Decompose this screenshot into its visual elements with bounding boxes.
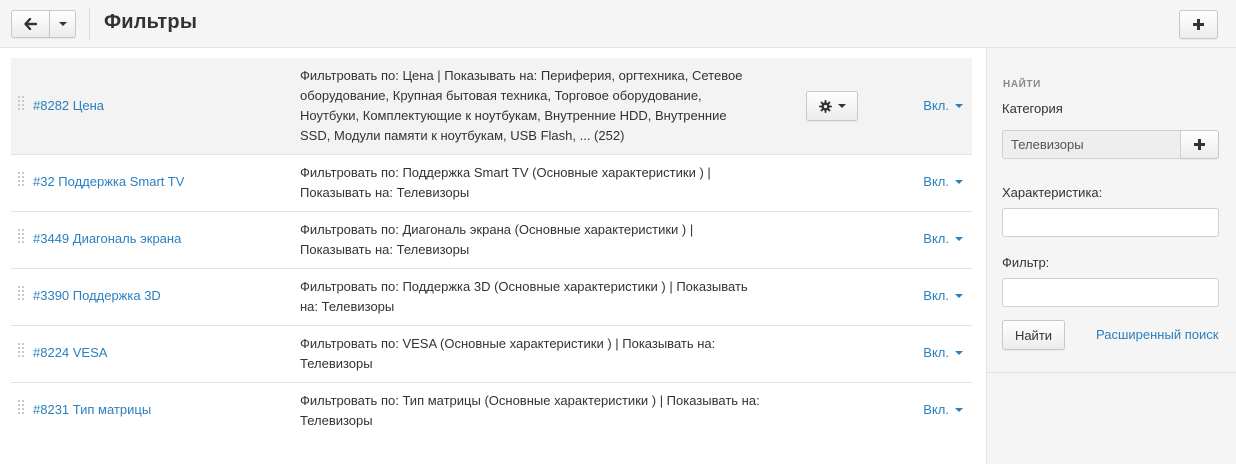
drag-handle-icon[interactable]	[18, 229, 24, 243]
filter-name-link[interactable]: #8282 Цена	[33, 98, 104, 113]
caret-down-icon	[955, 350, 963, 355]
table-row: #3390 Поддержка 3D Фильтровать по: Подде…	[11, 269, 972, 326]
row-settings-button[interactable]	[806, 91, 858, 121]
table-row: #8282 Цена Фильтровать по: Цена | Показы…	[11, 58, 972, 155]
category-field[interactable]: Телевизоры	[1002, 130, 1181, 159]
category-label: Категория	[1002, 101, 1063, 116]
gear-icon	[818, 99, 832, 113]
status-label: Вкл.	[923, 288, 949, 303]
filter-name-link[interactable]: #8231 Тип матрицы	[33, 402, 151, 417]
status-label: Вкл.	[923, 174, 949, 189]
back-button-group	[11, 10, 76, 38]
filter-description: Фильтровать по: Тип матрицы (Основные ха…	[300, 393, 760, 428]
back-button[interactable]	[11, 10, 50, 38]
filter-description: Фильтровать по: Поддержка Smart TV (Осно…	[300, 165, 711, 200]
filter-label: Фильтр:	[1002, 255, 1050, 270]
filter-input[interactable]	[1002, 278, 1219, 307]
status-label: Вкл.	[923, 98, 949, 113]
status-label: Вкл.	[923, 345, 949, 360]
caret-down-icon	[955, 103, 963, 108]
page-title: Фильтры	[104, 11, 198, 33]
caret-down-icon	[955, 236, 963, 241]
filter-name-link[interactable]: #3390 Поддержка 3D	[33, 288, 161, 303]
search-button[interactable]: Найти	[1002, 320, 1065, 350]
top-toolbar: Фильтры	[0, 0, 1236, 48]
status-dropdown[interactable]: Вкл.	[923, 402, 963, 417]
filter-description: Фильтровать по: VESA (Основные характери…	[300, 336, 716, 371]
status-dropdown[interactable]: Вкл.	[923, 345, 963, 360]
plus-icon	[1194, 139, 1205, 150]
table-row: #32 Поддержка Smart TV Фильтровать по: П…	[11, 155, 972, 212]
caret-down-icon	[955, 407, 963, 412]
search-form: НАЙТИ Категория Телевизоры Характеристик…	[987, 48, 1236, 373]
drag-handle-icon[interactable]	[18, 286, 24, 300]
feature-label: Характеристика:	[1002, 185, 1103, 200]
caret-down-icon	[58, 22, 67, 26]
status-label: Вкл.	[923, 231, 949, 246]
status-label: Вкл.	[923, 402, 949, 417]
status-dropdown[interactable]: Вкл.	[923, 174, 963, 189]
filter-name-link[interactable]: #8224 VESA	[33, 345, 107, 360]
title-divider	[89, 8, 90, 40]
filter-name-link[interactable]: #32 Поддержка Smart TV	[33, 174, 184, 189]
table-row: #3449 Диагональ экрана Фильтровать по: Д…	[11, 212, 972, 269]
advanced-search-link[interactable]: Расширенный поиск	[1096, 327, 1218, 342]
search-sidebar: НАЙТИ Категория Телевизоры Характеристик…	[986, 48, 1236, 464]
table-row: #8231 Тип матрицы Фильтровать по: Тип ма…	[11, 383, 972, 440]
caret-down-icon	[955, 179, 963, 184]
drag-handle-icon[interactable]	[18, 172, 24, 186]
table-row: #8224 VESA Фильтровать по: VESA (Основны…	[11, 326, 972, 383]
filter-description: Фильтровать по: Цена | Показывать на: Пе…	[300, 68, 743, 143]
category-picker: Телевизоры	[1002, 130, 1219, 159]
status-dropdown[interactable]: Вкл.	[923, 288, 963, 303]
arrow-left-icon	[24, 18, 37, 30]
filter-name-link[interactable]: #3449 Диагональ экрана	[33, 231, 181, 246]
add-filter-button[interactable]	[1179, 10, 1218, 39]
caret-down-icon	[955, 293, 963, 298]
drag-handle-icon[interactable]	[18, 96, 24, 110]
filter-description: Фильтровать по: Диагональ экрана (Основн…	[300, 222, 694, 257]
drag-handle-icon[interactable]	[18, 400, 24, 414]
filter-description: Фильтровать по: Поддержка 3D (Основные х…	[300, 279, 748, 314]
status-dropdown[interactable]: Вкл.	[923, 98, 963, 113]
drag-handle-icon[interactable]	[18, 343, 24, 357]
feature-input[interactable]	[1002, 208, 1219, 237]
sidebar-heading: НАЙТИ	[1003, 79, 1041, 90]
filters-list: #8282 Цена Фильтровать по: Цена | Показы…	[11, 58, 972, 440]
caret-down-icon	[837, 104, 846, 108]
add-category-button[interactable]	[1181, 130, 1219, 159]
status-dropdown[interactable]: Вкл.	[923, 231, 963, 246]
back-dropdown-toggle[interactable]	[50, 10, 76, 38]
plus-icon	[1193, 19, 1204, 30]
